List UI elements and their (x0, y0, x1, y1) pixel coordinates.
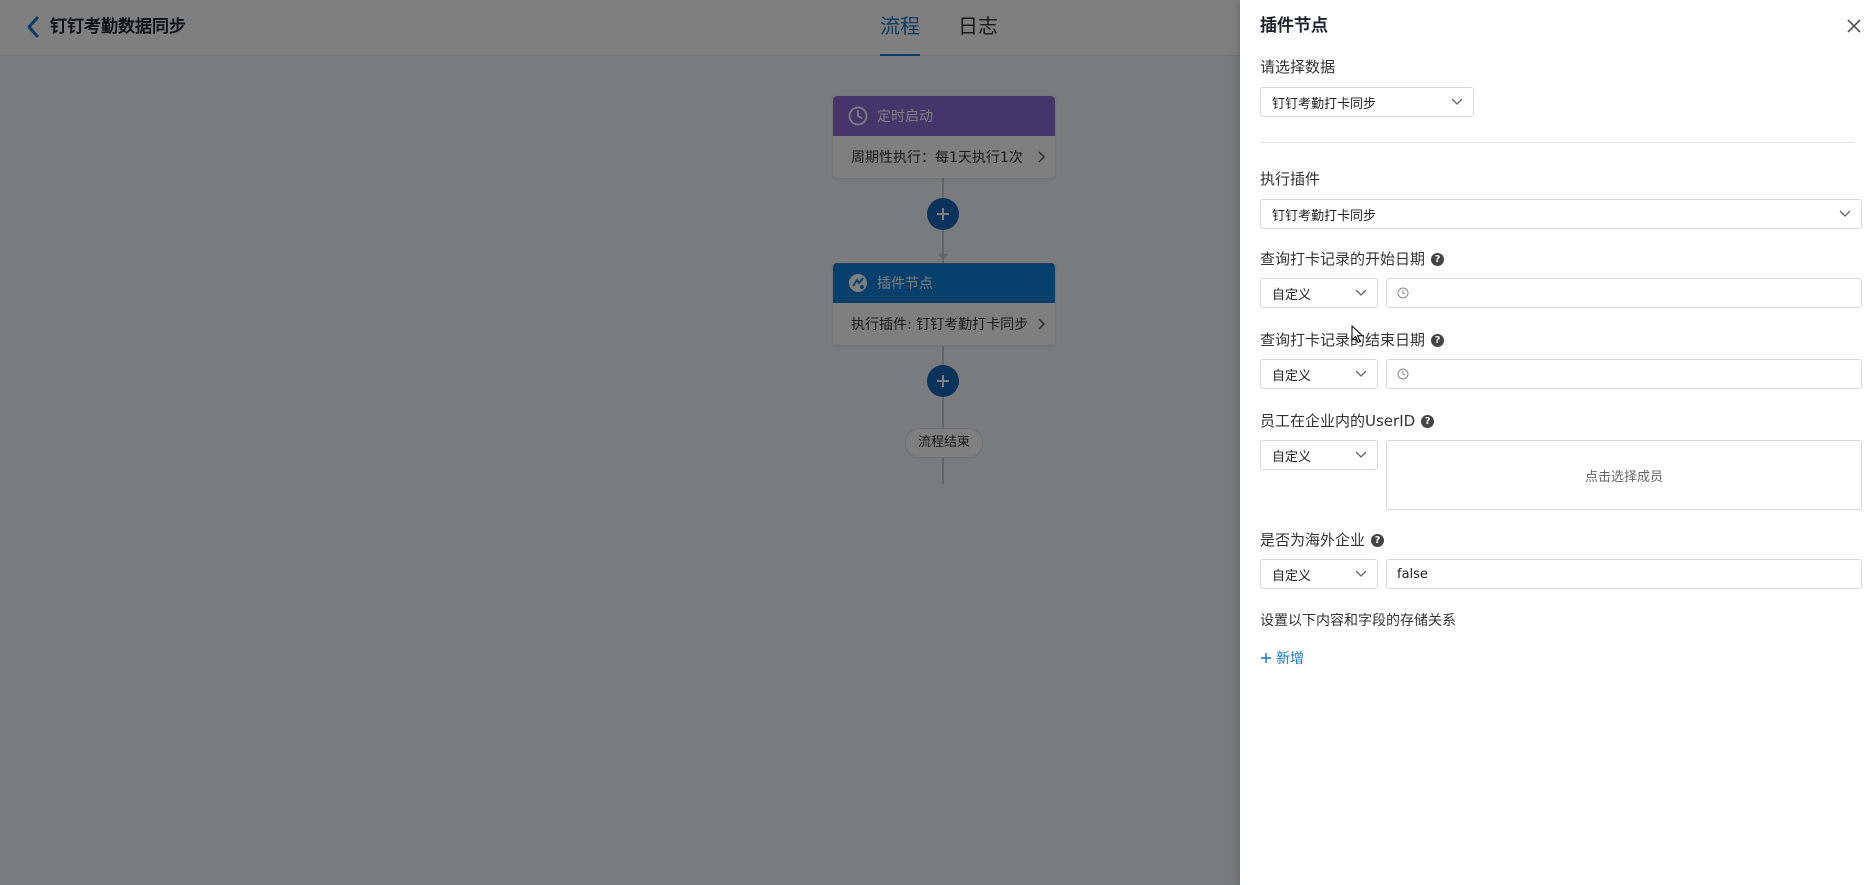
chevron-down-icon (1839, 210, 1851, 217)
overseas-mode-value: 自定义 (1272, 568, 1312, 584)
help-icon[interactable]: ? (1431, 333, 1445, 347)
select-member-placeholder: 点击选择成员 (1584, 469, 1663, 485)
clock-icon (1397, 368, 1409, 380)
help-icon[interactable]: ? (1371, 533, 1385, 547)
close-button[interactable] (1844, 16, 1864, 36)
start-date-mode-value: 自定义 (1272, 287, 1312, 303)
select-data-label: 请选择数据 (1260, 58, 1336, 76)
mapping-label: 设置以下内容和字段的存储关系 (1260, 613, 1456, 629)
plugin-select[interactable]: 钉钉考勤打卡同步 (1260, 199, 1862, 229)
close-icon (1847, 19, 1861, 33)
data-source-value: 钉钉考勤打卡同步 (1272, 96, 1377, 112)
plus-icon (1261, 653, 1271, 663)
chevron-down-icon (1355, 570, 1367, 577)
chevron-down-icon (1451, 98, 1463, 105)
start-date-input[interactable] (1386, 278, 1862, 308)
chevron-down-icon (1355, 451, 1367, 458)
plugin-value: 钉钉考勤打卡同步 (1272, 208, 1377, 224)
end-date-input[interactable] (1386, 359, 1862, 389)
userid-mode-select[interactable]: 自定义 (1260, 440, 1378, 470)
start-date-label: 查询打卡记录的开始日期? (1260, 248, 1445, 270)
userid-mode-value: 自定义 (1272, 449, 1312, 465)
section-divider (1260, 142, 1854, 143)
add-mapping-label: 新增 (1276, 651, 1304, 667)
clock-icon (1397, 287, 1409, 299)
mouse-cursor-icon (1351, 325, 1364, 344)
userid-label: 员工在企业内的UserID? (1260, 410, 1435, 432)
select-member-box[interactable]: 点击选择成员 (1386, 440, 1862, 510)
overseas-value: false (1397, 566, 1428, 582)
help-icon[interactable]: ? (1431, 252, 1445, 266)
overseas-label: 是否为海外企业? (1260, 529, 1385, 551)
overseas-mode-select[interactable]: 自定义 (1260, 559, 1378, 589)
help-icon[interactable]: ? (1421, 414, 1435, 428)
plugin-label: 执行插件 (1260, 170, 1321, 188)
plugin-node-drawer: 插件节点 请选择数据 钉钉考勤打卡同步 执行插件 钉钉考勤打卡同步 查询打卡记录… (1240, 0, 1874, 885)
add-mapping-button[interactable]: 新增 (1260, 648, 1304, 668)
end-date-mode-value: 自定义 (1272, 368, 1312, 384)
start-date-mode-select[interactable]: 自定义 (1260, 278, 1378, 308)
overseas-input[interactable]: false (1386, 559, 1862, 589)
chevron-down-icon (1355, 289, 1367, 296)
chevron-down-icon (1355, 370, 1367, 377)
end-date-mode-select[interactable]: 自定义 (1260, 359, 1378, 389)
drawer-title: 插件节点 (1260, 16, 1328, 36)
data-source-select[interactable]: 钉钉考勤打卡同步 (1260, 87, 1474, 117)
